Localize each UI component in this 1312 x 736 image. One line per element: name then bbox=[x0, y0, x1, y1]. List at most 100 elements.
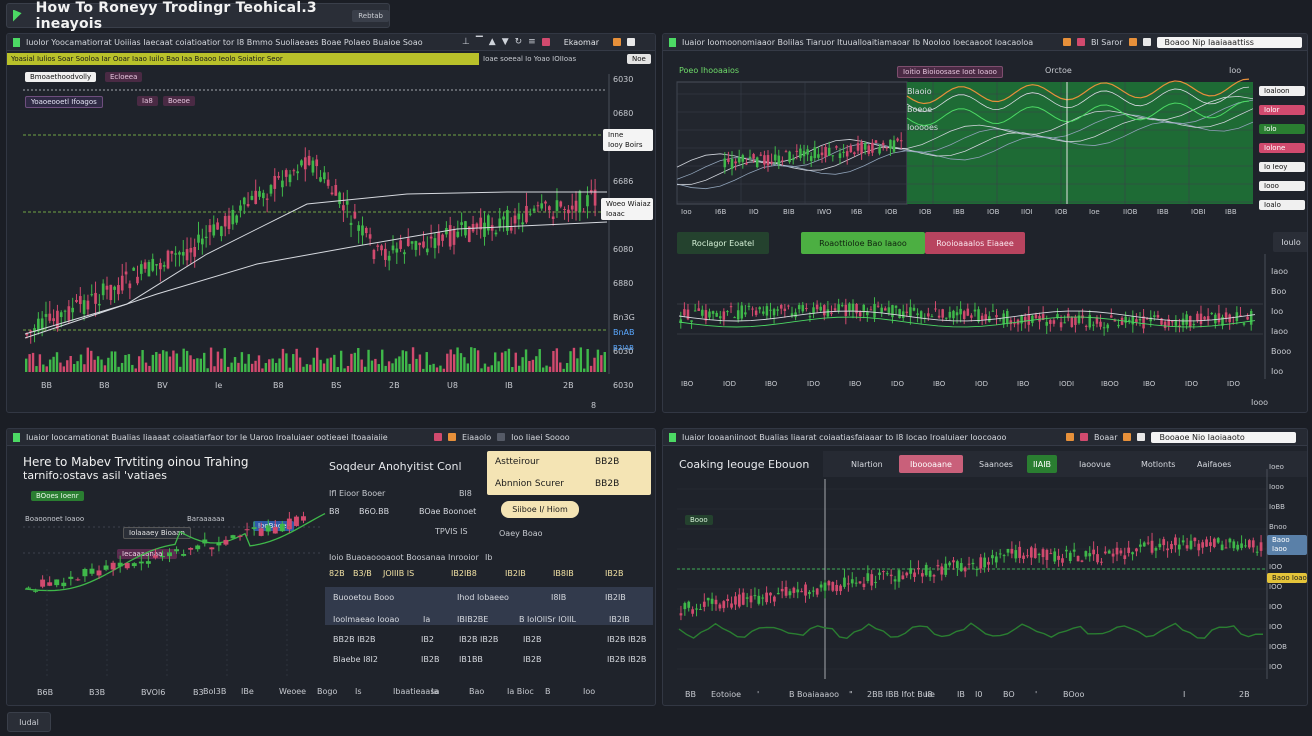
p2-lower-candle bbox=[1171, 321, 1174, 323]
volume-bar bbox=[452, 354, 456, 372]
p1-candle bbox=[456, 231, 460, 237]
cell: IB2IB bbox=[605, 593, 626, 602]
title-badge[interactable]: Rebtab bbox=[352, 9, 389, 22]
stop-icon[interactable] bbox=[434, 433, 442, 441]
p2-lower-candle bbox=[876, 305, 880, 307]
p2-lower-candle bbox=[726, 311, 729, 313]
volume-bar bbox=[28, 354, 31, 372]
x-axis-label: IB bbox=[957, 690, 965, 699]
p4-candle bbox=[991, 555, 994, 559]
volume-bar bbox=[76, 361, 79, 372]
square-icon[interactable] bbox=[497, 433, 506, 441]
p1-candle bbox=[200, 238, 204, 245]
p1-candle bbox=[216, 222, 219, 230]
table-row-3[interactable]: Buooetou Booo Ihod Iobaeeo I8IB IB2IB bbox=[333, 593, 653, 602]
p3-candle bbox=[110, 562, 116, 570]
volume-bar bbox=[62, 366, 66, 372]
btn-a[interactable]: Roclagor Eoatel bbox=[677, 232, 769, 254]
table-row-1[interactable]: B8 B6O.BB BOae Boonoet bbox=[329, 507, 499, 516]
p4-candle bbox=[1092, 549, 1096, 555]
volume-bar bbox=[541, 367, 545, 372]
p4-candle bbox=[874, 581, 877, 583]
table-row-5[interactable]: BB2B IB2B IB2 IB2B IB2B IB2B IB2B IB2B bbox=[333, 635, 653, 644]
volume-bar bbox=[93, 359, 96, 372]
line-chart[interactable]: B6B B3B BVOI6 B3 bbox=[7, 429, 327, 706]
side-tag[interactable]: Iolo bbox=[1259, 124, 1305, 134]
side-tag[interactable]: Ioaloon bbox=[1259, 86, 1305, 96]
p4-candle bbox=[1189, 540, 1193, 549]
p2-lower-candle bbox=[894, 305, 898, 308]
p4-candle bbox=[987, 561, 990, 565]
p3-candle bbox=[61, 582, 67, 587]
p2-lower-candle bbox=[1210, 313, 1213, 315]
p2-lower-candle bbox=[1077, 315, 1081, 324]
p4-candle bbox=[893, 579, 897, 582]
right-tag-1[interactable]: Baoo Iaoo bbox=[1267, 535, 1307, 555]
panel-top-right-chart: Iuaior Ioomoonomiaaor Bolilas Tiaruor It… bbox=[662, 33, 1308, 413]
p1-candle bbox=[513, 215, 517, 224]
volume-bar bbox=[572, 347, 576, 372]
table-row-4[interactable]: Ioolmaeao Iooao Ia IBIB2BE B IolOllSr IO… bbox=[333, 615, 653, 624]
table-row-2[interactable]: 82B B3/B JOIIIB IS IB2IB8 IB2IB IB8IB IB… bbox=[329, 569, 655, 578]
btn-right[interactable]: Ioulo bbox=[1273, 232, 1307, 252]
panel-tab[interactable]: Eiaaolo bbox=[462, 433, 491, 442]
p4-candle bbox=[714, 599, 718, 605]
p1-candle bbox=[75, 299, 78, 302]
p2-lower-candle bbox=[693, 310, 697, 312]
volume-bar bbox=[285, 353, 288, 372]
side-tag[interactable]: Iolone bbox=[1259, 143, 1305, 153]
right-tag-2[interactable]: Baoo Ioao bbox=[1267, 573, 1307, 583]
candlestick-chart[interactable]: 6030068068306686622060806880Bn3G60306030… bbox=[7, 34, 656, 413]
p4-candle bbox=[1209, 542, 1212, 546]
quote-button[interactable]: Siiboe I/ Hiom bbox=[501, 501, 579, 518]
p2-lower-candle bbox=[1131, 316, 1135, 325]
p1-candle bbox=[132, 267, 136, 271]
cell: B3/B bbox=[353, 569, 372, 578]
side-tag[interactable]: Iooo bbox=[1259, 181, 1305, 191]
p3-candle bbox=[131, 563, 137, 567]
btn-b[interactable]: Roaottioloe Bao Iaaoo bbox=[801, 232, 925, 254]
cell: IB2 bbox=[421, 635, 434, 644]
p2-lower-candle bbox=[1027, 314, 1031, 325]
p1-candle bbox=[361, 225, 364, 236]
p1-candle bbox=[254, 190, 258, 205]
p4-candle bbox=[745, 597, 749, 599]
p1-candle bbox=[509, 227, 513, 231]
p3-candle bbox=[279, 523, 285, 532]
dual-chart[interactable]: BlaoioBoeoeIooooesIoo I6B IIO BIB IWO I6B IOB I… bbox=[663, 34, 1308, 413]
quote-label: Abnnion Scurer bbox=[495, 479, 564, 489]
p2-lower-candle bbox=[952, 310, 955, 319]
orange-icon[interactable] bbox=[448, 433, 456, 441]
side-tag[interactable]: Io Ieoy bbox=[1259, 162, 1305, 172]
p4-candle bbox=[1037, 553, 1041, 556]
p4-candle bbox=[819, 584, 823, 588]
table-row-6[interactable]: Blaebe I8I2 IB2B IB1BB IB2B IB2B IB2B bbox=[333, 655, 653, 664]
side-tag[interactable]: Iolor bbox=[1259, 105, 1305, 115]
p2-lower-candle bbox=[686, 309, 690, 320]
candlestick-chart[interactable]: IoeoIoooIoBBBnooIBIIBIOOIOOIOOIOOIOOBIOO… bbox=[663, 429, 1308, 706]
p3-candle bbox=[181, 553, 187, 556]
side-tag[interactable]: Ioalo bbox=[1259, 200, 1305, 210]
btn-c[interactable]: Rooioaaalos Eiaaee bbox=[925, 232, 1025, 254]
volume-bar bbox=[470, 347, 473, 372]
bottom-button[interactable]: Iudal bbox=[7, 712, 51, 732]
volume-bar bbox=[52, 356, 55, 372]
volume-bar bbox=[586, 348, 589, 372]
p2-upper-candle bbox=[889, 139, 892, 149]
p4-candle bbox=[788, 591, 792, 596]
p4-candle bbox=[940, 566, 944, 575]
p1-candle bbox=[315, 159, 319, 167]
p4-candle bbox=[753, 595, 757, 597]
x-axis-label: BB bbox=[41, 381, 52, 390]
p4-candle bbox=[924, 564, 928, 576]
p1-candle bbox=[52, 318, 55, 322]
volume-bar bbox=[428, 364, 432, 372]
p2-lower-candle bbox=[1031, 315, 1034, 323]
p2-lower-candle bbox=[1188, 315, 1192, 327]
tooltip-1: Inne Iooy Boirs bbox=[603, 129, 653, 151]
p2-upper-candle bbox=[838, 153, 842, 158]
p4-candle bbox=[1111, 553, 1115, 557]
x-axis-label: IBO bbox=[1017, 380, 1030, 388]
p1-candle bbox=[281, 180, 284, 188]
cell: IB2B IB2B bbox=[607, 635, 647, 644]
